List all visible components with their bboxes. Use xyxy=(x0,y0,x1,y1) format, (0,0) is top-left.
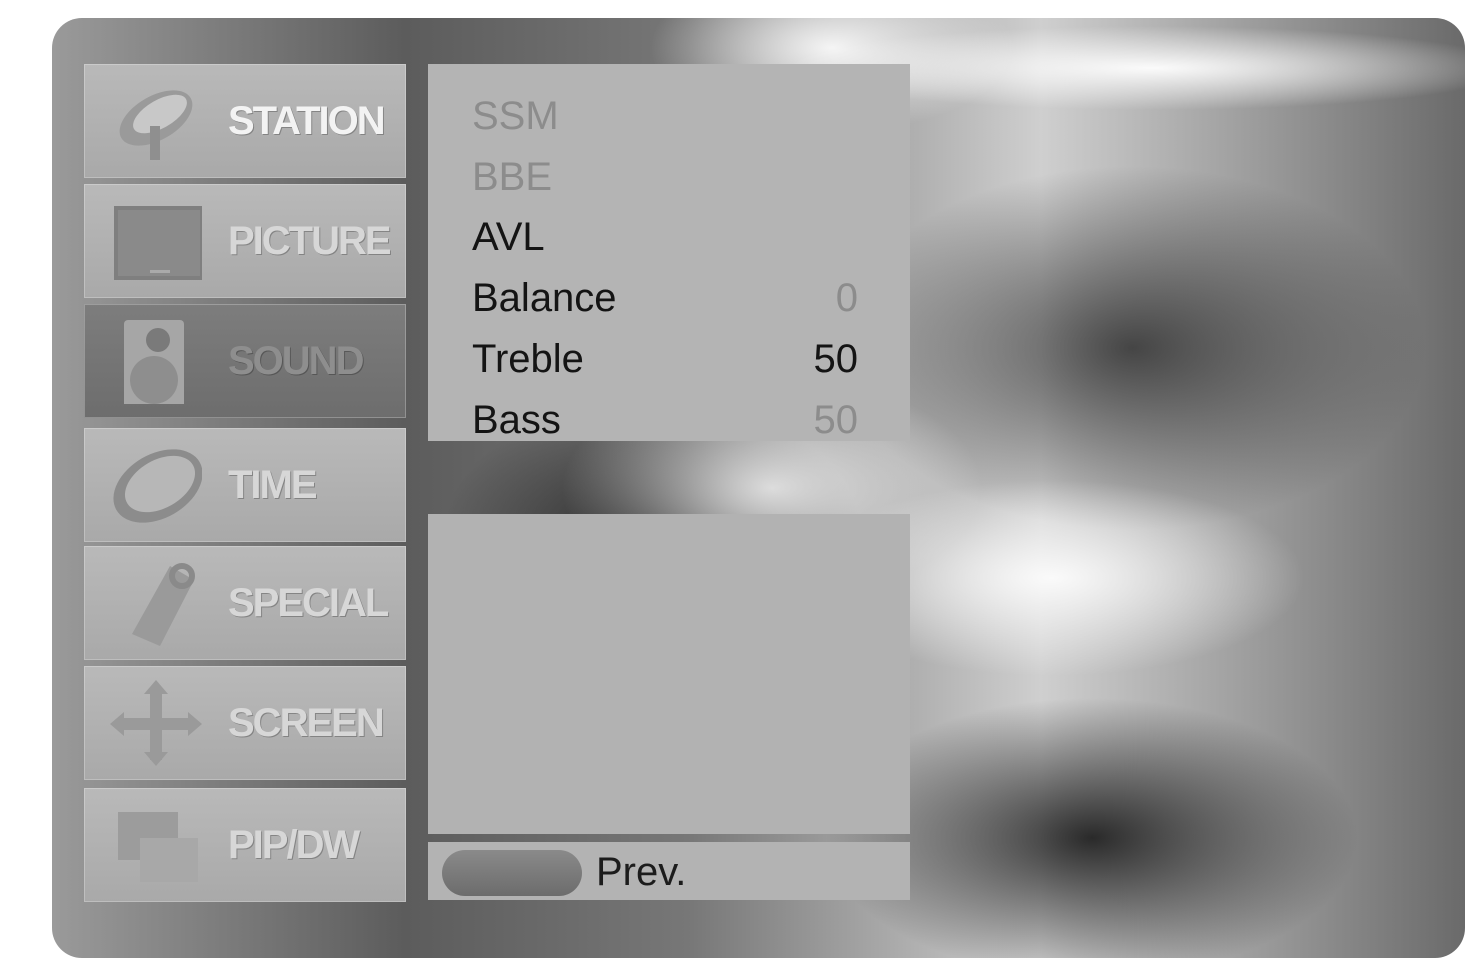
info-panel xyxy=(428,514,910,834)
sidebar-item-time[interactable]: TIME xyxy=(84,428,406,542)
sidebar-item-label: SPECIAL xyxy=(228,581,389,625)
menu-item-value: 50 xyxy=(813,337,859,381)
sidebar-item-special[interactable]: SPECIAL xyxy=(84,546,406,660)
monitor-icon xyxy=(114,206,202,280)
clock-icon xyxy=(113,449,202,523)
sidebar-item-station[interactable]: STATION xyxy=(84,64,406,178)
sidebar-item-sound[interactable]: SOUND xyxy=(84,304,406,418)
picture-in-picture-icon xyxy=(118,812,198,882)
menu-item-value: 50 xyxy=(813,398,859,441)
menu-item-avl[interactable]: AVL xyxy=(472,207,872,267)
tag-icon xyxy=(132,563,195,646)
sound-submenu: SSM BBE AVL Balance 0 Treble 50 Bass 50 xyxy=(428,64,910,441)
sidebar-item-picture[interactable]: PICTURE xyxy=(84,184,406,298)
bottom-bar: Prev. xyxy=(428,842,910,900)
menu-item-bbe[interactable]: BBE xyxy=(472,147,872,207)
sidebar-item-label: PICTURE xyxy=(228,219,392,263)
menu-item-balance[interactable]: Balance 0 xyxy=(472,268,872,328)
sidebar-item-pip-dw[interactable]: PIP/DW xyxy=(84,788,406,902)
osd-menu-frame: STATION PICTURE SOUND TIME SPECIAL SCREE… xyxy=(52,18,1465,958)
sidebar-item-label: STATION xyxy=(228,99,386,143)
satellite-dish-icon xyxy=(119,90,193,160)
menu-item-label: Treble xyxy=(472,337,584,381)
menu-item-value: 0 xyxy=(835,276,858,320)
sidebar-item-screen[interactable]: SCREEN xyxy=(84,666,406,780)
sidebar-item-label: SOUND xyxy=(228,339,364,383)
prev-button[interactable] xyxy=(442,850,582,896)
sidebar-item-label: SCREEN xyxy=(228,701,385,745)
menu-item-label: SSM xyxy=(472,94,559,138)
menu-item-label: BBE xyxy=(472,155,553,199)
menu-item-label: Bass xyxy=(472,398,561,441)
four-way-arrows-icon xyxy=(110,680,202,766)
speaker-icon xyxy=(124,320,184,404)
menu-item-ssm[interactable]: SSM xyxy=(472,86,872,146)
prev-label: Prev. xyxy=(596,850,687,894)
sidebar-item-label: TIME xyxy=(228,463,318,507)
menu-item-label: Balance xyxy=(472,276,617,320)
menu-item-label: AVL xyxy=(472,215,545,259)
sidebar-item-label: PIP/DW xyxy=(228,823,360,867)
menu-item-bass[interactable]: Bass 50 xyxy=(472,390,872,441)
menu-item-treble[interactable]: Treble 50 xyxy=(472,329,872,389)
